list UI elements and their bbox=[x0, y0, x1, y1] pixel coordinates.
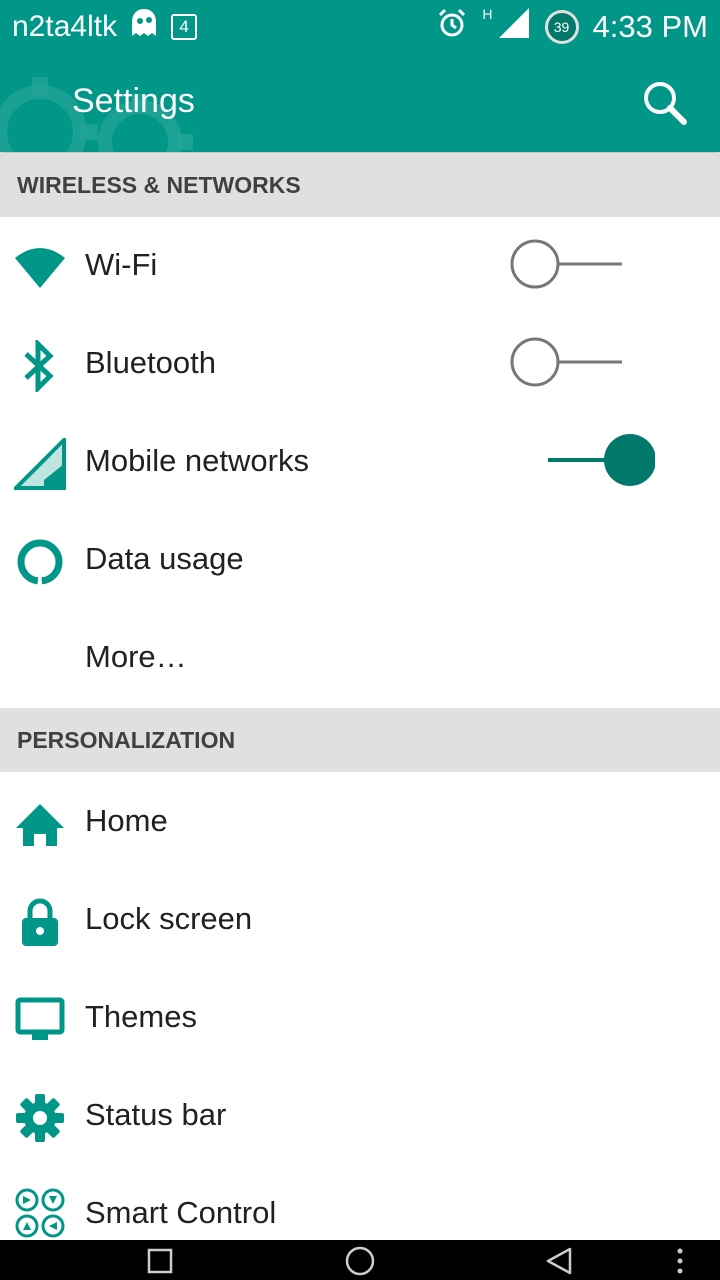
menu-overflow-icon[interactable] bbox=[670, 1246, 690, 1276]
data-usage-icon bbox=[17, 539, 63, 585]
home-icon bbox=[16, 804, 64, 846]
battery-icon: 39 bbox=[544, 10, 579, 44]
settings-item-label: Themes bbox=[85, 999, 197, 1034]
settings-item-wifi[interactable]: Wi-Fi bbox=[0, 217, 720, 315]
smart-control-icon bbox=[15, 1188, 65, 1238]
settings-item-home[interactable]: Home bbox=[0, 773, 720, 871]
network-type-label: H bbox=[482, 6, 493, 22]
monitor-icon bbox=[15, 997, 65, 1040]
settings-item-mobile-networks[interactable]: Mobile networks bbox=[0, 413, 720, 511]
carrier-name: n2ta4ltk bbox=[12, 10, 118, 43]
search-button[interactable] bbox=[640, 78, 690, 128]
ghost-app-icon bbox=[127, 6, 161, 48]
settings-item-label: More… bbox=[85, 639, 187, 674]
alarm-icon bbox=[436, 7, 468, 47]
search-icon bbox=[644, 82, 687, 125]
settings-item-data-usage[interactable]: Data usage bbox=[0, 511, 720, 609]
settings-item-label: Bluetooth bbox=[85, 345, 216, 380]
notification-count-badge: 4 bbox=[171, 14, 198, 40]
bluetooth-toggle[interactable] bbox=[505, 334, 655, 394]
clock: 4:33 PM bbox=[592, 9, 708, 44]
signal-strength-icon bbox=[497, 6, 531, 48]
page-title: Settings bbox=[72, 82, 195, 120]
wifi-icon bbox=[15, 248, 65, 288]
settings-item-label: Mobile networks bbox=[85, 443, 309, 478]
settings-item-more[interactable]: More… bbox=[0, 609, 720, 707]
settings-item-lock-screen[interactable]: Lock screen bbox=[0, 871, 720, 969]
settings-item-label: Wi-Fi bbox=[85, 247, 158, 282]
settings-item-label: Status bar bbox=[85, 1097, 227, 1132]
settings-item-status-bar[interactable]: Status bar bbox=[0, 1067, 720, 1165]
settings-item-label: Lock screen bbox=[85, 901, 253, 936]
section-header-wireless: WIRELESS & NETWORKS bbox=[0, 153, 720, 217]
lock-icon bbox=[22, 898, 58, 946]
settings-item-label: Home bbox=[85, 803, 168, 838]
settings-item-bluetooth[interactable]: Bluetooth bbox=[0, 315, 720, 413]
home-button[interactable] bbox=[344, 1245, 376, 1277]
back-button[interactable] bbox=[544, 1245, 576, 1277]
signal-icon bbox=[14, 438, 66, 490]
gear-icon bbox=[16, 1094, 64, 1142]
settings-item-themes[interactable]: Themes bbox=[0, 969, 720, 1067]
recent-apps-button[interactable] bbox=[146, 1247, 174, 1275]
navigation-bar bbox=[0, 1240, 720, 1280]
status-bar: n2ta4ltk 4 H 39 4:33 PM bbox=[0, 0, 720, 52]
section-header-personalization: PERSONALIZATION bbox=[0, 708, 720, 772]
settings-item-label: Data usage bbox=[85, 541, 244, 576]
settings-item-label: Smart Control bbox=[85, 1195, 277, 1230]
wifi-toggle[interactable] bbox=[505, 236, 655, 296]
bluetooth-icon bbox=[24, 340, 54, 392]
mobile-networks-toggle[interactable] bbox=[505, 432, 655, 492]
app-bar: Settings bbox=[0, 52, 720, 152]
